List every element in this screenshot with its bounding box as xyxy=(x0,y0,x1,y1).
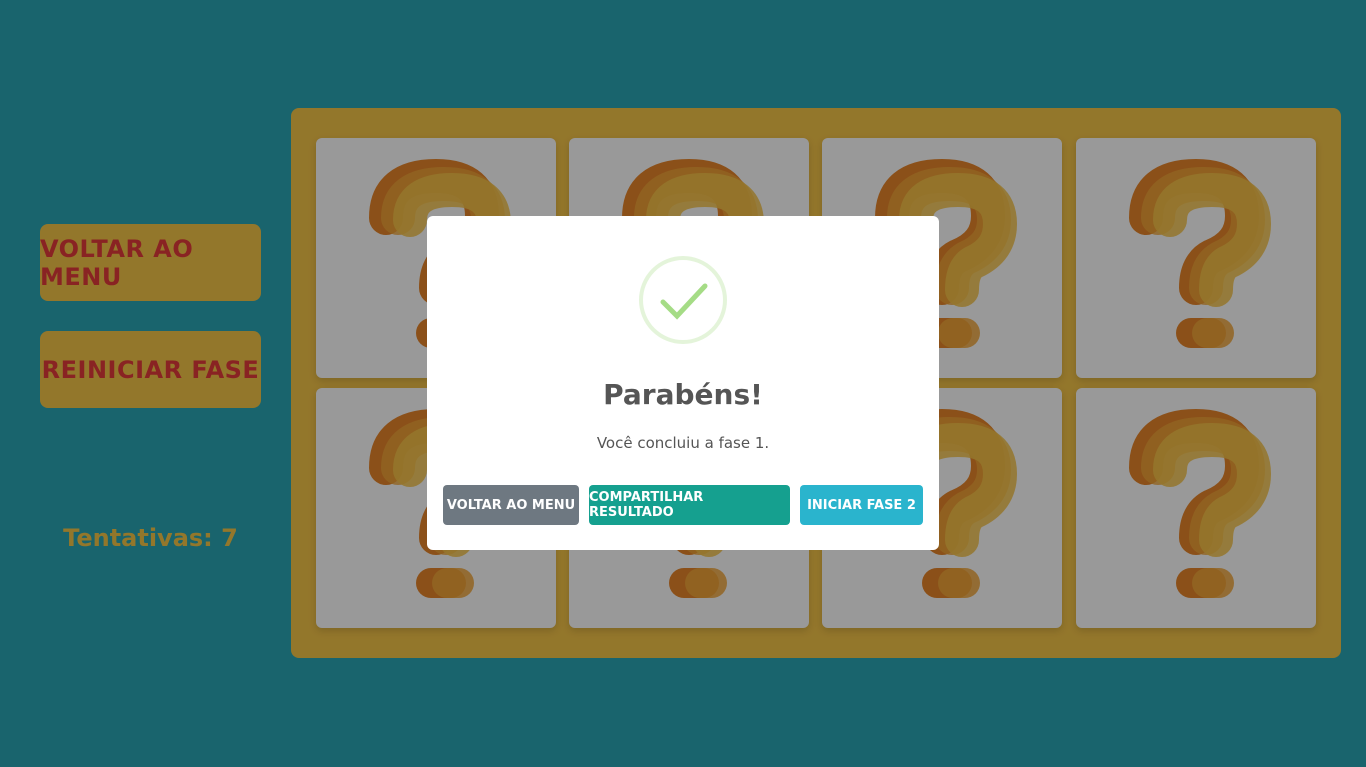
start-next-level-button[interactable]: INICIAR FASE 2 xyxy=(800,485,923,525)
share-result-button[interactable]: COMPARTILHAR RESULTADO xyxy=(589,485,790,525)
modal-back-to-menu-button[interactable]: VOLTAR AO MENU xyxy=(443,485,579,525)
modal-title: Parabéns! xyxy=(603,378,763,411)
modal-message: Você concluiu a fase 1. xyxy=(596,434,770,452)
success-check-icon xyxy=(639,256,727,344)
success-modal: Parabéns! Você concluiu a fase 1. VOLTAR… xyxy=(427,216,939,550)
